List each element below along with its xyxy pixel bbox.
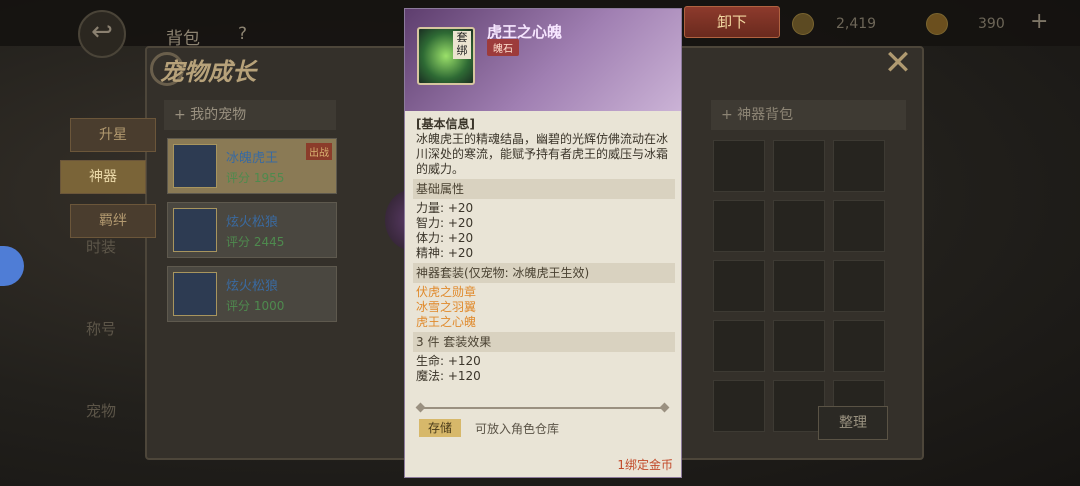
artifact-slot[interactable] bbox=[713, 200, 765, 252]
set-effect-heading: 3 件 套装效果 bbox=[413, 332, 675, 352]
pet-card[interactable]: 炫火松狼 评分 2445 bbox=[167, 202, 337, 258]
tooltip-scroll[interactable]: [基本信息] 冰魄虎王的精魂结晶，幽碧的光辉仿佛流动在冰川深处的寒流，能赋予持有… bbox=[413, 117, 675, 405]
item-type-badge: 魄石 bbox=[487, 39, 519, 56]
pet-avatar bbox=[173, 272, 217, 316]
my-pets-header: + 我的宠物 bbox=[164, 100, 336, 130]
back-arrow-icon[interactable]: ↩ bbox=[78, 10, 126, 58]
gold-amount: 2,419 bbox=[836, 16, 877, 32]
side-node-fashion[interactable]: 时装 bbox=[86, 236, 116, 257]
tab-star-up[interactable]: 升星 bbox=[70, 118, 156, 152]
storage-tag: 存储 bbox=[419, 419, 461, 437]
pet-score: 评分 2445 bbox=[226, 235, 285, 249]
base-attr-heading: 基础属性 bbox=[413, 179, 675, 199]
tab-artifact[interactable]: 神器 bbox=[60, 160, 146, 194]
pet-name: 冰魄虎王 bbox=[226, 151, 279, 166]
set-item: 冰雪之羽翼 bbox=[416, 300, 477, 314]
artifact-bag-header: + 神器背包 bbox=[711, 100, 906, 130]
basic-info-heading: [基本信息] bbox=[416, 117, 475, 131]
diamond-amount: 390 bbox=[978, 16, 1005, 32]
artifact-slot[interactable] bbox=[773, 200, 825, 252]
attr-line: 力量: +20 bbox=[416, 201, 474, 215]
soul-stone-icon: 套绑 bbox=[417, 27, 475, 85]
tooltip-header: 套绑 虎王之心魄 魄石 bbox=[405, 9, 681, 111]
attr-line: 智力: +20 bbox=[416, 216, 474, 230]
help-icon[interactable]: ? bbox=[238, 24, 247, 44]
artifact-slot[interactable] bbox=[773, 140, 825, 192]
artifact-slot[interactable] bbox=[713, 380, 765, 432]
artifact-slot[interactable] bbox=[833, 260, 885, 312]
pet-score: 评分 1955 bbox=[226, 171, 285, 185]
unequip-button[interactable]: 卸下 bbox=[684, 6, 780, 38]
set-item: 虎王之心魄 bbox=[416, 315, 477, 329]
artifact-slot[interactable] bbox=[713, 320, 765, 372]
pet-card[interactable]: 冰魄虎王 评分 1955 出战 bbox=[167, 138, 337, 194]
pet-avatar bbox=[173, 208, 217, 252]
pet-card[interactable]: 炫火松狼 评分 1000 bbox=[167, 266, 337, 322]
pet-name: 炫火松狼 bbox=[226, 279, 279, 294]
pet-name: 炫火松狼 bbox=[226, 215, 279, 230]
set-item: 伏虎之勋章 bbox=[416, 285, 477, 299]
deployed-badge: 出战 bbox=[306, 143, 332, 160]
artifact-slot[interactable] bbox=[773, 320, 825, 372]
item-tooltip: 套绑 虎王之心魄 魄石 [基本信息] 冰魄虎王的精魂结晶，幽碧的光辉仿佛流动在冰… bbox=[404, 8, 682, 478]
side-node-pet[interactable]: 宠物 bbox=[86, 400, 116, 421]
pet-avatar bbox=[173, 144, 217, 188]
set-bonus-line: 魔法: +120 bbox=[416, 369, 481, 383]
tab-bond[interactable]: 羁绊 bbox=[70, 204, 156, 238]
sort-button[interactable]: 整理 bbox=[818, 406, 888, 440]
artifact-slot[interactable] bbox=[773, 260, 825, 312]
storage-description: 可放入角色仓库 bbox=[475, 422, 560, 436]
window-title: 宠物成长 bbox=[160, 57, 256, 86]
sell-price: 1绑定金币 bbox=[617, 458, 673, 472]
artifact-slot[interactable] bbox=[833, 320, 885, 372]
item-description: 冰魄虎王的精魂结晶，幽碧的光辉仿佛流动在冰川深处的寒流，能赋予持有者虎王的威压与… bbox=[416, 132, 669, 176]
artifact-slot[interactable] bbox=[713, 260, 765, 312]
artifact-slot[interactable] bbox=[833, 200, 885, 252]
side-node-title[interactable]: 称号 bbox=[86, 318, 116, 339]
gold-coin-icon bbox=[792, 13, 814, 35]
add-currency-button[interactable]: + bbox=[1030, 9, 1048, 34]
attr-line: 精神: +20 bbox=[416, 246, 474, 260]
set-heading: 神器套装(仅宠物: 冰魄虎王生效) bbox=[413, 263, 675, 283]
divider bbox=[419, 407, 667, 409]
set-bonus-line: 生命: +120 bbox=[416, 354, 481, 368]
close-icon[interactable]: ✕ bbox=[880, 46, 916, 82]
artifact-slot[interactable] bbox=[833, 140, 885, 192]
pet-score: 评分 1000 bbox=[226, 299, 285, 313]
attr-line: 体力: +20 bbox=[416, 231, 474, 245]
bind-tag: 套绑 bbox=[453, 31, 471, 59]
diamond-icon bbox=[926, 13, 948, 35]
artifact-slot[interactable] bbox=[713, 140, 765, 192]
